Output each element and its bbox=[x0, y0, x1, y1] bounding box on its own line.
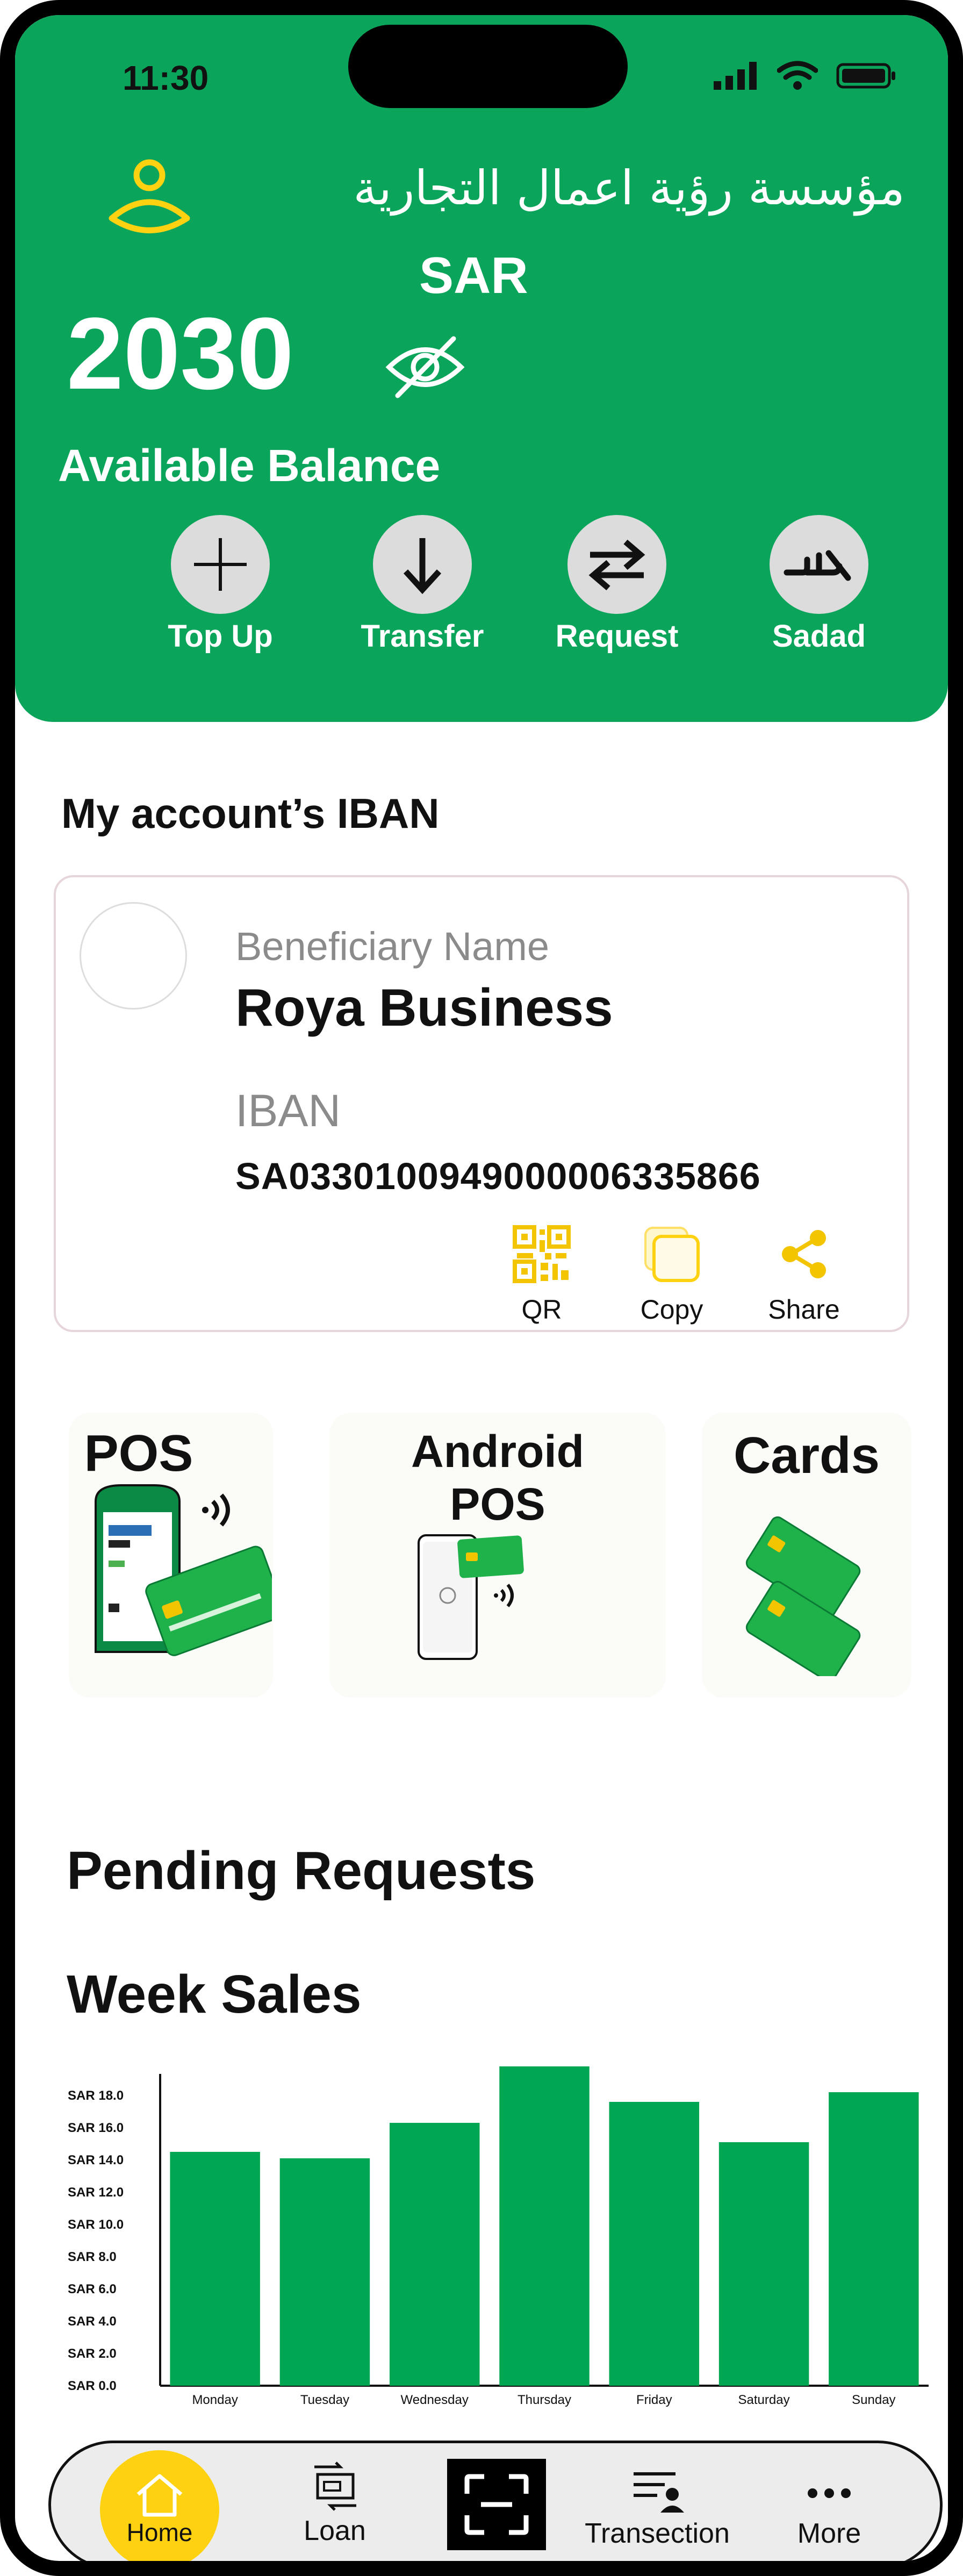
home-icon bbox=[136, 2474, 183, 2517]
y-tick-label: SAR 12.0 bbox=[68, 2185, 124, 2200]
status-icons bbox=[714, 61, 896, 91]
request-button[interactable]: Request bbox=[531, 515, 703, 654]
android-pos-title-line1: Android bbox=[411, 1426, 584, 1477]
chart-bar bbox=[170, 2152, 260, 2386]
week-sales-chart: SAR 0.0 SAR 2.0 SAR 4.0 SAR 6.0 SAR 8.0 SAR 1… bbox=[68, 2066, 929, 2407]
chart-bar bbox=[609, 2102, 700, 2386]
nav-transaction[interactable]: Transection bbox=[574, 2466, 741, 2550]
balance-amount: 2030 bbox=[67, 297, 294, 411]
y-tick-label: SAR 18.0 bbox=[68, 2088, 124, 2103]
battery-icon bbox=[836, 63, 895, 89]
y-tick-label: SAR 16.0 bbox=[68, 2121, 124, 2135]
beneficiary-name: Roya Business bbox=[235, 978, 613, 1037]
y-tick-label: SAR 8.0 bbox=[68, 2250, 117, 2264]
x-tick-label: Sunday bbox=[852, 2393, 895, 2407]
nav-home-label: Home bbox=[126, 2518, 193, 2546]
iban-section-title: My account’s IBAN bbox=[61, 790, 440, 837]
currency-label: SAR bbox=[419, 247, 528, 304]
y-tick-label: SAR 10.0 bbox=[68, 2217, 124, 2232]
top-up-button[interactable]: Top Up bbox=[134, 515, 306, 654]
chart-bar bbox=[829, 2092, 919, 2386]
x-tick-label: Friday bbox=[636, 2393, 672, 2407]
y-tick-label: SAR 4.0 bbox=[68, 2314, 117, 2329]
x-tick-label: Thursday bbox=[518, 2393, 571, 2407]
dynamic-island bbox=[348, 25, 628, 108]
company-name: مؤسسة رؤية اعمال التجارية bbox=[353, 160, 905, 216]
cards-title: Cards bbox=[733, 1427, 880, 1484]
more-dots-icon bbox=[808, 2488, 851, 2498]
sadad-logo-icon bbox=[784, 550, 851, 581]
x-tick-label: Saturday bbox=[738, 2393, 790, 2407]
signal-icon bbox=[714, 62, 757, 90]
chart-bar bbox=[718, 2142, 809, 2386]
wifi-icon bbox=[777, 61, 818, 90]
scan-icon bbox=[464, 2474, 529, 2535]
qr-label: QR bbox=[521, 1294, 562, 1325]
pos-terminal-image bbox=[95, 1484, 272, 1656]
android-pos-image bbox=[418, 1534, 524, 1660]
copy-button[interactable]: Copy bbox=[621, 1222, 723, 1325]
transaction-icon bbox=[634, 2472, 684, 2513]
balance-label: Available Balance bbox=[58, 440, 441, 491]
transfer-button[interactable]: Transfer bbox=[336, 515, 508, 654]
qr-button[interactable]: QR bbox=[491, 1222, 593, 1325]
nav-more-label: More bbox=[797, 2518, 861, 2549]
chart-bar bbox=[389, 2123, 480, 2386]
x-tick-label: Wednesday bbox=[401, 2393, 469, 2407]
share-label: Share bbox=[768, 1294, 840, 1325]
transfer-label: Transfer bbox=[361, 619, 484, 654]
sadad-label: Sadad bbox=[772, 619, 866, 654]
x-tick-label: Monday bbox=[192, 2393, 238, 2407]
eye-off-icon[interactable] bbox=[385, 332, 465, 402]
qr-code-icon bbox=[513, 1225, 571, 1283]
pending-requests-title: Pending Requests bbox=[67, 1841, 536, 1901]
nav-loan-label: Loan bbox=[304, 2515, 366, 2546]
loan-icon bbox=[314, 2461, 356, 2511]
chart-bar bbox=[279, 2158, 370, 2386]
nav-scan[interactable] bbox=[447, 2459, 546, 2550]
pos-title: POS bbox=[84, 1425, 193, 1482]
copy-icon bbox=[644, 1227, 700, 1282]
share-button[interactable]: Share bbox=[753, 1222, 855, 1325]
cards-image bbox=[745, 1516, 861, 1676]
top-up-label: Top Up bbox=[168, 619, 273, 654]
sadad-button[interactable]: Sadad bbox=[733, 515, 905, 654]
iban-label: IBAN bbox=[235, 1085, 341, 1136]
android-pos-title-line2: POS bbox=[450, 1479, 545, 1529]
swap-arrows-icon bbox=[588, 539, 645, 591]
nav-home[interactable]: Home bbox=[100, 2450, 219, 2561]
nav-transaction-label: Transection bbox=[585, 2518, 730, 2549]
arrow-down-icon bbox=[403, 538, 442, 594]
nav-loan[interactable]: Loan bbox=[286, 2458, 383, 2547]
y-tick-label: SAR 6.0 bbox=[68, 2282, 117, 2296]
x-tick-label: Tuesday bbox=[300, 2393, 349, 2407]
y-tick-label: SAR 14.0 bbox=[68, 2153, 124, 2167]
week-sales-title: Week Sales bbox=[67, 1964, 362, 2024]
y-tick-label: SAR 0.0 bbox=[68, 2379, 117, 2393]
share-icon bbox=[782, 1230, 826, 1278]
user-icon[interactable] bbox=[106, 154, 192, 251]
chart-bar bbox=[499, 2066, 590, 2386]
status-time: 11:30 bbox=[123, 59, 209, 97]
plus-icon bbox=[194, 538, 247, 591]
phone-frame: 11:30 مؤسسة رؤية اعمال التجارية SAR 2030… bbox=[0, 0, 963, 2576]
beneficiary-label: Beneficiary Name bbox=[235, 924, 550, 969]
nav-more[interactable]: More bbox=[784, 2466, 875, 2550]
y-tick-label: SAR 2.0 bbox=[68, 2346, 117, 2361]
android-pos-title: Android POS bbox=[329, 1429, 666, 1527]
beneficiary-avatar bbox=[80, 902, 187, 1010]
request-label: Request bbox=[555, 619, 679, 654]
iban-value: SA0330100949000006335866 bbox=[235, 1155, 761, 1197]
copy-label: Copy bbox=[640, 1294, 703, 1325]
